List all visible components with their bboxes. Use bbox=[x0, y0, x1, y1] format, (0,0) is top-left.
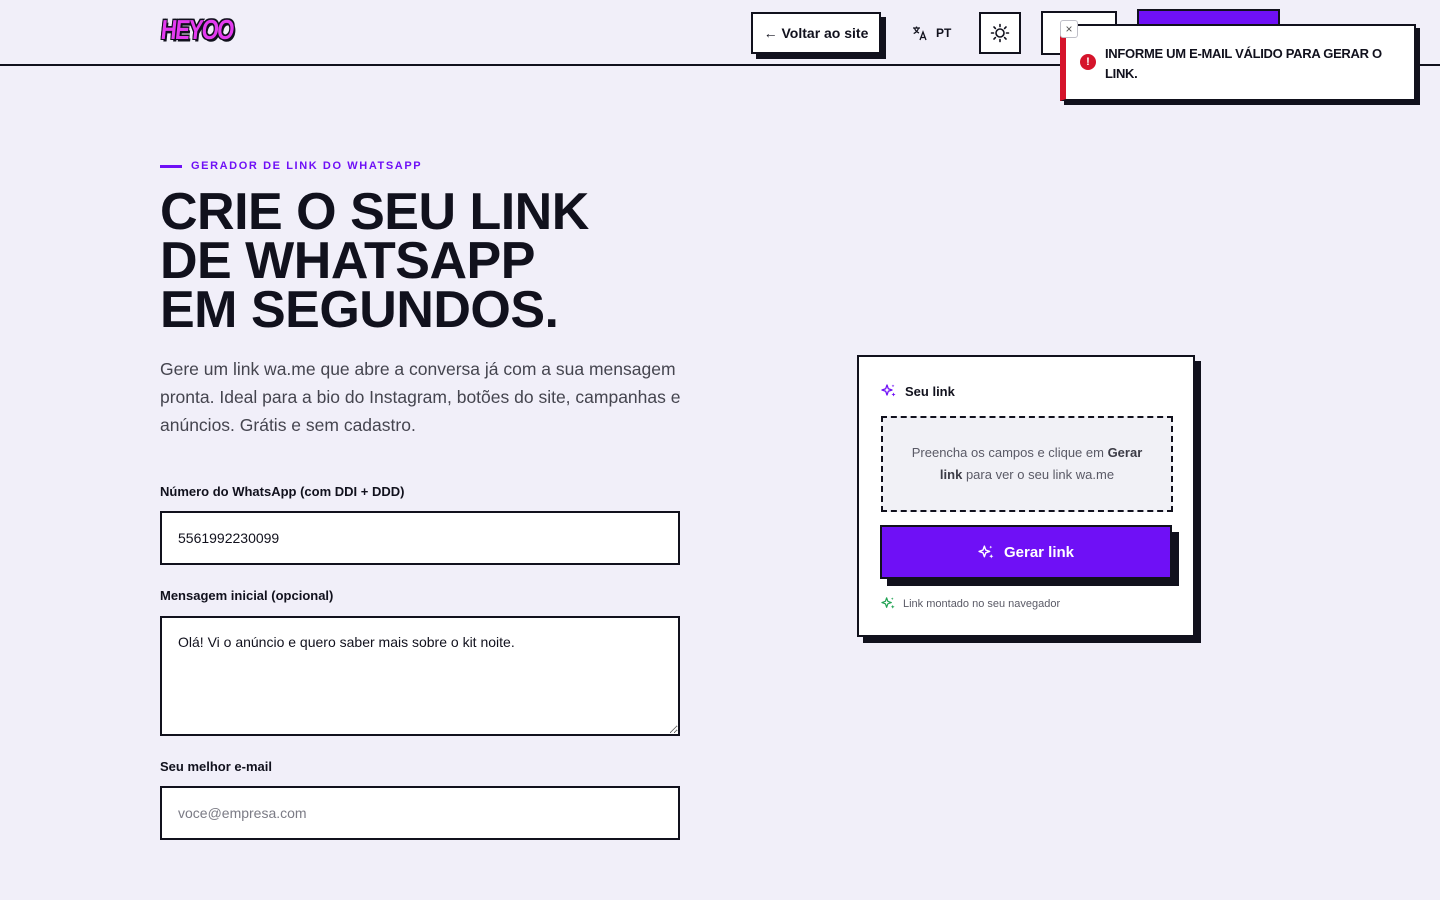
title-line: EM SEGUNDOS. bbox=[160, 281, 559, 339]
translate-icon bbox=[913, 26, 927, 41]
phone-label: Número do WhatsApp (com DDI + DDD) bbox=[160, 484, 405, 499]
link-placeholder-text-end: para ver o seu link wa.me bbox=[962, 467, 1115, 482]
error-icon: ! bbox=[1080, 54, 1096, 70]
language-label: PT bbox=[936, 26, 952, 40]
card-title: Seu link bbox=[905, 383, 955, 399]
message-textarea[interactable]: Olá! Vi o anúncio e quero saber mais sob… bbox=[160, 616, 680, 736]
generate-link-button[interactable]: Gerar link bbox=[880, 525, 1172, 579]
card-header: Seu link bbox=[881, 383, 955, 399]
brand-logo[interactable]: HEYOO bbox=[159, 14, 234, 47]
link-placeholder-text: Preencha os campos e clique em bbox=[911, 445, 1108, 460]
generate-link-label: Gerar link bbox=[1003, 543, 1075, 561]
link-result-card: Seu link Preencha os campos e clique em … bbox=[857, 355, 1195, 637]
theme-toggle-button[interactable] bbox=[979, 12, 1021, 54]
email-input[interactable] bbox=[160, 786, 680, 840]
page-subtitle: Gere um link wa.me que abre a conversa j… bbox=[160, 359, 681, 435]
title-line: CRIE O SEU LINK bbox=[160, 183, 589, 241]
card-footer-note: Link montado no seu navegador bbox=[881, 596, 1060, 611]
back-to-site-button[interactable]: ← Voltar ao site bbox=[751, 12, 881, 54]
error-toast: × ! INFORME UM E-MAIL VÁLIDO PARA GERAR … bbox=[1060, 20, 1416, 101]
eyebrow-bar bbox=[160, 164, 182, 168]
section-eyebrow: GERADOR DE LINK DO WHATSAPP bbox=[160, 160, 422, 172]
page-title: CRIE O SEU LINK DE WHATSAPP EM SEGUNDOS. bbox=[160, 183, 760, 339]
link-output-box: Preencha os campos e clique em Gerar lin… bbox=[881, 416, 1173, 512]
sparkle-icon bbox=[881, 597, 895, 609]
language-selector[interactable]: PT bbox=[912, 22, 951, 44]
close-icon[interactable]: × bbox=[1060, 20, 1078, 38]
phone-input[interactable] bbox=[160, 511, 680, 565]
eyebrow-text: GERADOR DE LINK DO WHATSAPP bbox=[191, 160, 423, 172]
sparkle-icon bbox=[978, 544, 994, 558]
toast-message: INFORME UM E-MAIL VÁLIDO PARA GERAR O LI… bbox=[1105, 46, 1382, 81]
footer-note-text: Link montado no seu navegador bbox=[903, 597, 1061, 610]
email-label: Seu melhor e-mail bbox=[160, 759, 272, 774]
sparkle-icon bbox=[881, 384, 896, 397]
title-line: DE WHATSAPP bbox=[160, 232, 535, 290]
sun-icon bbox=[990, 23, 1010, 43]
message-label: Mensagem inicial (opcional) bbox=[160, 588, 334, 603]
